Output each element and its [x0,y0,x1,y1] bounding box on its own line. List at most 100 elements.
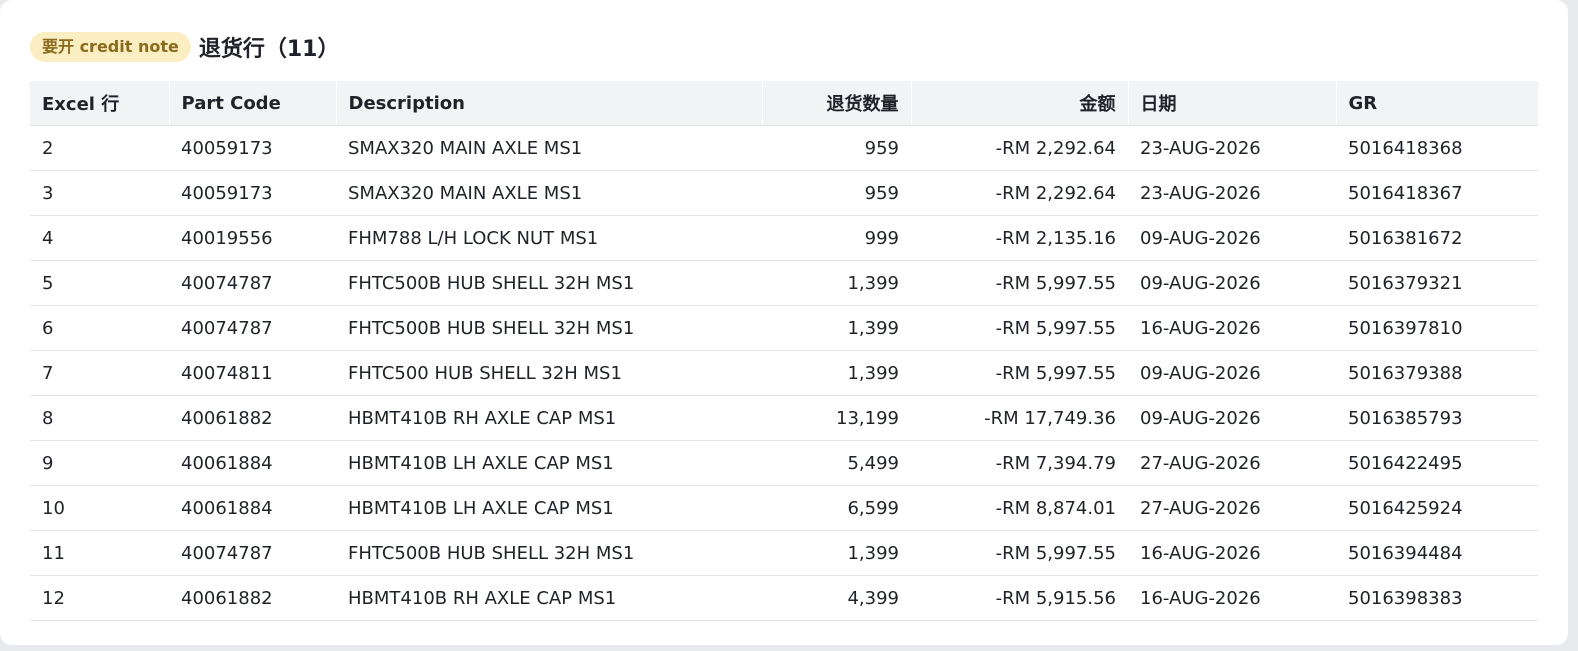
cell-date: 23-AUG-2026 [1128,125,1336,171]
returns-table: Excel 行 Part Code Description 退货数量 金额 日期 GR 24… [30,81,1538,621]
cell-amount: -RM 2,135.16 [911,215,1128,261]
section-heading: 要开 credit note 退货行（11） [30,30,339,64]
column-header-description: Description [335,81,762,126]
cell-amount: -RM 7,394.79 [911,440,1128,486]
table-row: 9 40061884 HBMT410B LH AXLE CAP MS1 5,499 -R… [30,440,1538,486]
cell-return-qty: 1,399 [762,305,911,351]
cell-description: SMAX320 MAIN AXLE MS1 [336,125,762,171]
section-title: 退货行（11） [198,37,340,62]
table-row: 11 40074787 FHTC500B HUB SHELL 32H MS1 1,39… [30,530,1538,576]
cell-part-code: 40019556 [169,215,336,261]
cell-excel-row: 8 [30,395,169,441]
column-header-gr: GR [1335,81,1538,126]
cell-gr: 5016422495 [1336,440,1538,486]
table-row: 12 40061882 HBMT410B RH AXLE CAP MS1 4,399-… [30,575,1538,621]
returns-card: 要开 credit note 退货行（11） Excel 行 Part Code D… [0,0,1568,645]
cell-amount: -RM 8,874.01 [911,485,1128,531]
cell-amount: -RM 5,997.55 [911,350,1128,396]
cell-date: 16-AUG-2026 [1128,305,1336,351]
cell-part-code: 40074787 [169,305,336,351]
cell-amount: -RM 5,915.56 [911,575,1128,621]
cell-return-qty: 13,199 [762,395,911,441]
cell-return-qty: 1,399 [762,350,911,396]
table-header: Excel 行 Part Code Description 退货数量 金额 日期 GR [30,81,1538,126]
cell-date: 16-AUG-2026 [1128,530,1336,576]
cell-description: FHTC500B HUB SHELL 32H MS1 [336,260,762,306]
column-header-date: 日期 [1127,81,1336,126]
cell-excel-row: 7 [30,350,169,396]
cell-date: 27-AUG-2026 [1128,440,1336,486]
table-row: 2 40059173 SMAX320 MAIN AXLE MS1 959 -RM 2,2… [30,125,1538,171]
cell-excel-row: 9 [30,440,169,486]
table-row: 8 40061882 HBMT410B RH AXLE CAP MS1 13,199-… [30,395,1538,441]
cell-return-qty: 5,499 [762,440,911,486]
cell-excel-row: 11 [30,530,169,576]
cell-gr: 5016385793 [1336,395,1538,441]
cell-return-qty: 4,399 [762,575,911,621]
cell-description: HBMT410B LH AXLE CAP MS1 [336,485,762,531]
cell-return-qty: 1,399 [762,260,911,306]
cell-excel-row: 4 [30,215,169,261]
cell-excel-row: 10 [30,485,169,531]
cell-amount: -RM 5,997.55 [911,530,1128,576]
cell-description: FHTC500 HUB SHELL 32H MS1 [336,350,762,396]
cell-date: 27-AUG-2026 [1128,485,1336,531]
cell-gr: 5016379388 [1336,350,1538,396]
cell-amount: -RM 2,292.64 [911,170,1128,216]
cell-part-code: 40059173 [169,170,336,216]
cell-gr: 5016379321 [1336,260,1538,306]
cell-return-qty: 959 [762,125,911,171]
cell-part-code: 40061882 [169,575,336,621]
cell-excel-row: 6 [30,305,169,351]
table-header-row: Excel 行 Part Code Description 退货数量 金额 日期 GR [30,81,1538,126]
cell-return-qty: 999 [762,215,911,261]
cell-part-code: 40074811 [169,350,336,396]
cell-excel-row: 5 [30,260,169,306]
table-row: 6 40074787 FHTC500B HUB SHELL 32H MS1 1,399… [30,305,1538,351]
cell-gr: 5016397810 [1336,305,1538,351]
cell-description: SMAX320 MAIN AXLE MS1 [336,170,762,216]
cell-part-code: 40061884 [169,485,336,531]
cell-date: 09-AUG-2026 [1128,260,1336,306]
cell-date: 23-AUG-2026 [1128,170,1336,216]
cell-description: FHTC500B HUB SHELL 32H MS1 [336,530,762,576]
cell-gr: 5016394484 [1336,530,1538,576]
table-row: 5 40074787 FHTC500B HUB SHELL 32H MS1 1,399… [30,260,1538,306]
cell-excel-row: 3 [30,170,169,216]
credit-note-badge: 要开 credit note [30,32,191,62]
cell-return-qty: 6,599 [762,485,911,531]
cell-description: HBMT410B RH AXLE CAP MS1 [336,395,762,441]
cell-description: HBMT410B RH AXLE CAP MS1 [336,575,762,621]
cell-part-code: 40061882 [169,395,336,441]
cell-return-qty: 959 [762,170,911,216]
cell-description: FHM788 L/H LOCK NUT MS1 [336,215,762,261]
column-header-return-qty: 退货数量 [761,81,911,126]
cell-gr: 5016418368 [1336,125,1538,171]
cell-date: 09-AUG-2026 [1128,215,1336,261]
cell-amount: -RM 5,997.55 [911,305,1128,351]
column-header-part-code: Part Code [168,81,336,126]
cell-part-code: 40074787 [169,260,336,306]
cell-part-code: 40074787 [169,530,336,576]
cell-gr: 5016381672 [1336,215,1538,261]
table-body: 2 40059173 SMAX320 MAIN AXLE MS1 959 -RM 2,2… [30,125,1538,621]
cell-part-code: 40059173 [169,125,336,171]
cell-part-code: 40061884 [169,440,336,486]
cell-description: FHTC500B HUB SHELL 32H MS1 [336,305,762,351]
cell-date: 16-AUG-2026 [1128,575,1336,621]
column-header-amount: 金额 [910,81,1128,126]
cell-excel-row: 12 [30,575,169,621]
table-row: 10 40061884 HBMT410B LH AXLE CAP MS1 6,599-… [30,485,1538,531]
table-row: 4 40019556 FHM788 L/H LOCK NUT MS1 999 -RM 2… [30,215,1538,261]
cell-amount: -RM 17,749.36 [911,395,1128,441]
cell-gr: 5016398383 [1336,575,1538,621]
cell-gr: 5016418367 [1336,170,1538,216]
column-header-excel-row: Excel 行 [30,81,169,126]
cell-excel-row: 2 [30,125,169,171]
cell-description: HBMT410B LH AXLE CAP MS1 [336,440,762,486]
cell-amount: -RM 5,997.55 [911,260,1128,306]
table-row: 3 40059173 SMAX320 MAIN AXLE MS1 959 -RM 2,2… [30,170,1538,216]
cell-gr: 5016425924 [1336,485,1538,531]
cell-date: 09-AUG-2026 [1128,395,1336,441]
cell-date: 09-AUG-2026 [1128,350,1336,396]
